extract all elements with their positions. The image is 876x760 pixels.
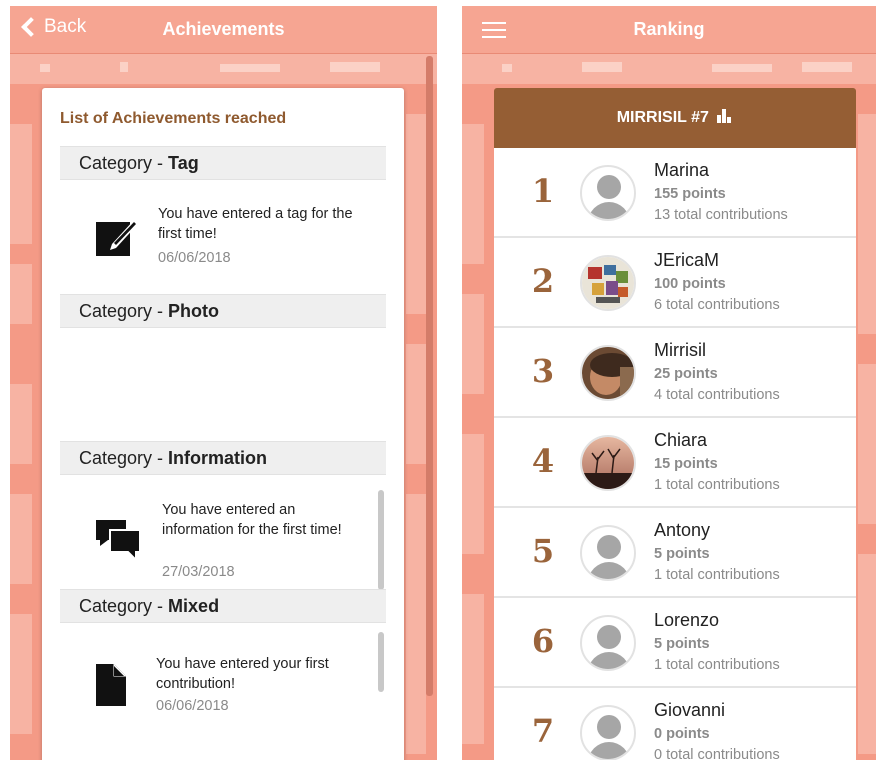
ranking-row[interactable]: 3 Mirrisil 25 points 4 total contributio… [494, 328, 856, 418]
user-name: JEricaM [654, 250, 720, 270]
rank-number: 5 [531, 532, 555, 570]
user-name: Marina [654, 160, 710, 180]
user-points: 100 points [654, 276, 726, 292]
user-name: Chiara [654, 430, 708, 450]
rank-number: 6 [531, 622, 555, 660]
achievement-date: 06/06/2018 [156, 698, 229, 714]
ranking-row[interactable]: 2 JEricaM 100 points 6 total contributio… [494, 238, 856, 328]
rank-number: 4 [531, 442, 555, 480]
user-contributions: 1 total contributions [654, 477, 780, 493]
achievement-item-information: You have entered an information for the … [60, 490, 386, 590]
ranking-screen: Ranking MIRRISIL #7 1 Marina 155 points … [462, 6, 876, 760]
user-points: 5 points [654, 636, 710, 652]
rank-number: 7 [531, 712, 555, 750]
category-name: Tag [168, 153, 199, 173]
user-points: 15 points [654, 456, 718, 472]
category-header-mixed: Category - Mixed [60, 589, 386, 623]
rank-number: 1 [531, 172, 555, 210]
achievement-item-tag: You have entered a tag for the first tim… [60, 198, 386, 278]
user-points: 25 points [654, 366, 718, 382]
page-scrollbar[interactable] [426, 56, 433, 696]
app-bar: Ranking [462, 6, 876, 54]
achievement-text: You have entered an information for the … [162, 502, 342, 538]
category-name: Information [168, 448, 268, 468]
achievement-date: 06/06/2018 [158, 250, 231, 266]
ranking-row[interactable]: 4 Chiara 15 points 1 total contributions [494, 418, 856, 508]
edit-icon [96, 220, 138, 256]
user-contributions: 1 total contributions [654, 657, 780, 673]
category-header-photo: Category - Photo [60, 294, 386, 328]
avatar-photo [580, 345, 636, 401]
achievements-screen: Back Achievements List of Achievements r… [10, 6, 437, 760]
rank-number: 2 [531, 262, 555, 300]
app-bar: Back Achievements [10, 6, 437, 54]
achievement-text: You have entered a tag for the first tim… [158, 206, 353, 242]
ranking-title: MIRRISIL #7 [616, 109, 709, 126]
ranking-row[interactable]: 1 Marina 155 points 13 total contributio… [494, 148, 856, 238]
category-header-tag: Category - Tag [60, 146, 386, 180]
category-prefix: Category - [79, 301, 169, 321]
ranking-header: MIRRISIL #7 [494, 88, 856, 148]
ranking-row[interactable]: 6 Lorenzo 5 points 1 total contributions [494, 598, 856, 688]
page-title: Achievements [162, 19, 285, 39]
category-header-information: Category - Information [60, 441, 386, 475]
avatar-photo [580, 435, 636, 491]
chat-icon [96, 520, 141, 563]
avatar-photo [580, 255, 636, 311]
page-title: Ranking [633, 19, 705, 39]
achievement-date: 27/03/2018 [162, 564, 235, 580]
user-contributions: 13 total contributions [654, 207, 788, 223]
avatar-placeholder-icon [580, 705, 636, 760]
ranking-list: 1 Marina 155 points 13 total contributio… [494, 148, 856, 760]
category-prefix: Category - [79, 448, 169, 468]
bar-chart-icon [717, 109, 733, 123]
user-contributions: 6 total contributions [654, 297, 780, 313]
achievements-card: List of Achievements reached Category - … [42, 88, 404, 760]
avatar-placeholder-icon [580, 615, 636, 671]
rank-number: 3 [531, 352, 555, 390]
category-prefix: Category - [79, 153, 169, 173]
user-name: Mirrisil [654, 340, 706, 360]
user-name: Giovanni [654, 700, 726, 720]
achievement-item-mixed: You have entered your first contribution… [60, 632, 386, 714]
category-name: Mixed [168, 596, 220, 616]
category-prefix: Category - [79, 596, 169, 616]
card-title: List of Achievements reached [60, 110, 287, 127]
user-points: 0 points [654, 726, 710, 742]
user-points: 155 points [654, 186, 726, 202]
document-icon [96, 664, 126, 706]
ranking-row[interactable]: 7 Giovanni 0 points 0 total contribution… [494, 688, 856, 760]
achievement-text: You have entered your first contribution… [156, 656, 329, 692]
user-points: 5 points [654, 546, 710, 562]
avatar-placeholder-icon [580, 525, 636, 581]
user-contributions: 4 total contributions [654, 387, 780, 403]
user-name: Lorenzo [654, 610, 720, 630]
category-name: Photo [168, 301, 220, 321]
ranking-row[interactable]: 5 Antony 5 points 1 total contributions [494, 508, 856, 598]
user-name: Antony [654, 520, 711, 540]
avatar-placeholder-icon [580, 165, 636, 221]
user-contributions: 1 total contributions [654, 567, 780, 583]
user-contributions: 0 total contributions [654, 747, 780, 760]
section-scrollbar[interactable] [378, 632, 384, 692]
section-scrollbar[interactable] [378, 490, 384, 590]
